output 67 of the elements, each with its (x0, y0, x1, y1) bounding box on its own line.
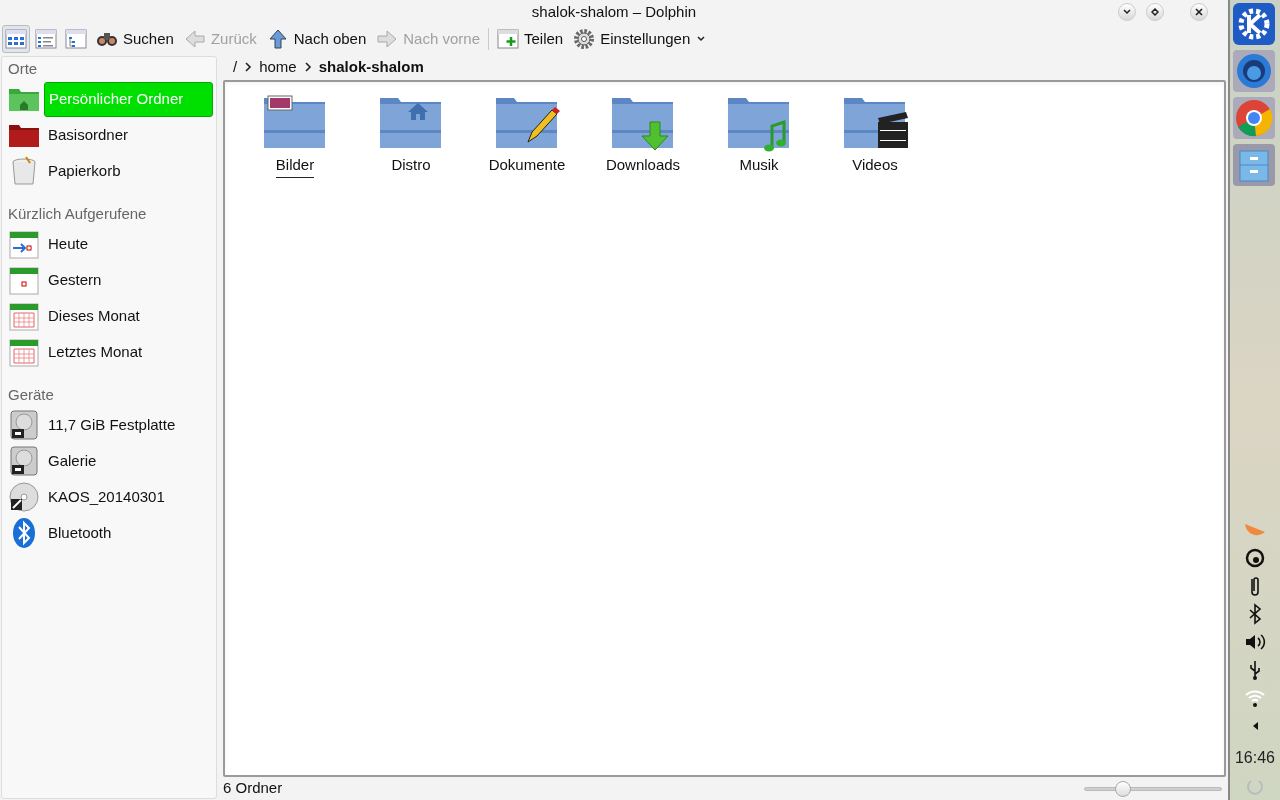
view-mode-icon (5, 29, 27, 49)
disc-icon (8, 481, 40, 513)
place-item[interactable]: Heute (44, 226, 213, 262)
place-item[interactable]: Letztes Monat (44, 334, 213, 370)
view-mode-button[interactable] (2, 25, 30, 53)
place-item[interactable]: KAOS_20140301 (44, 479, 213, 515)
place-item[interactable]: Gestern (44, 262, 213, 298)
chevron-right-icon (243, 62, 254, 72)
breadcrumb-item[interactable]: shalok-shalom (312, 55, 430, 79)
file-name[interactable]: Musik (739, 154, 779, 177)
circle-dot-icon (1243, 546, 1267, 570)
calendar-icon (8, 300, 40, 332)
fruit-slice-icon (1244, 523, 1266, 537)
launcher-button[interactable] (1232, 142, 1278, 188)
place-item[interactable]: 11,7 GiB Festplatte (44, 407, 213, 443)
breadcrumb-item[interactable]: home (253, 55, 303, 79)
right-arrow-icon (376, 28, 399, 50)
maximize-button[interactable] (1146, 3, 1164, 21)
launcher-button[interactable] (1232, 1, 1278, 47)
chevron-down-icon (696, 35, 707, 43)
clock[interactable]: 16:46 (1234, 746, 1275, 770)
close-button[interactable] (1190, 3, 1208, 21)
section-heading: Geräte (7, 384, 55, 405)
breadcrumb-item[interactable]: / (227, 55, 244, 79)
view-mode-icon (35, 29, 57, 49)
view-mode-icon (65, 29, 87, 49)
add-document-icon (497, 28, 519, 50)
cabinet-icon (1232, 143, 1276, 187)
place-item[interactable]: Papierkorb (44, 153, 213, 189)
window-title: shalok-shalom – Dolphin (531, 1, 697, 22)
up-arrow-icon (266, 28, 289, 50)
file-name[interactable]: Videos (852, 154, 898, 177)
file-name[interactable]: Distro (391, 154, 431, 177)
file-name[interactable]: Downloads (605, 154, 681, 177)
globe-icon (1232, 49, 1276, 93)
left-arrow-icon (183, 28, 206, 50)
file-name[interactable]: Dokumente (488, 154, 566, 177)
calendar-icon (8, 336, 40, 368)
status-text: 6 Ordner (223, 778, 283, 799)
toolbar-button[interactable]: Einstellungen (569, 25, 695, 53)
launcher-button[interactable] (1232, 48, 1278, 94)
chevron-down-icon (1123, 9, 1131, 15)
minimize-button[interactable] (1118, 3, 1136, 21)
diamond-icon (1151, 8, 1159, 16)
close-icon (1195, 8, 1203, 16)
section-heading: Kürzlich Aufgerufene (7, 203, 148, 224)
calendar-icon (8, 228, 40, 260)
hard-drive-icon (8, 409, 40, 441)
place-item[interactable]: Basisordner (44, 117, 213, 153)
hard-drive-icon (8, 445, 40, 477)
launcher-button[interactable] (1232, 95, 1278, 141)
slider-handle[interactable] (1114, 780, 1131, 797)
place-item[interactable]: Galerie (44, 443, 213, 479)
toolbar-button[interactable]: Nach oben (262, 25, 371, 53)
caret-left-icon (1251, 721, 1259, 731)
file-name[interactable]: Bilder (275, 154, 315, 178)
browser-icon (1232, 96, 1276, 140)
toolbar-button[interactable]: Suchen (92, 25, 178, 53)
chevron-right-icon (302, 62, 313, 72)
settings-icon (573, 28, 596, 50)
section-heading: Orte (7, 58, 39, 79)
place-item[interactable]: Bluetooth (44, 515, 213, 551)
gear-k-icon (1232, 2, 1276, 46)
place-item[interactable]: Dieses Monat (44, 298, 213, 334)
zoom-slider[interactable] (1084, 780, 1222, 797)
calendar-icon (8, 264, 40, 296)
toolbar-button[interactable]: Teilen (493, 25, 568, 53)
